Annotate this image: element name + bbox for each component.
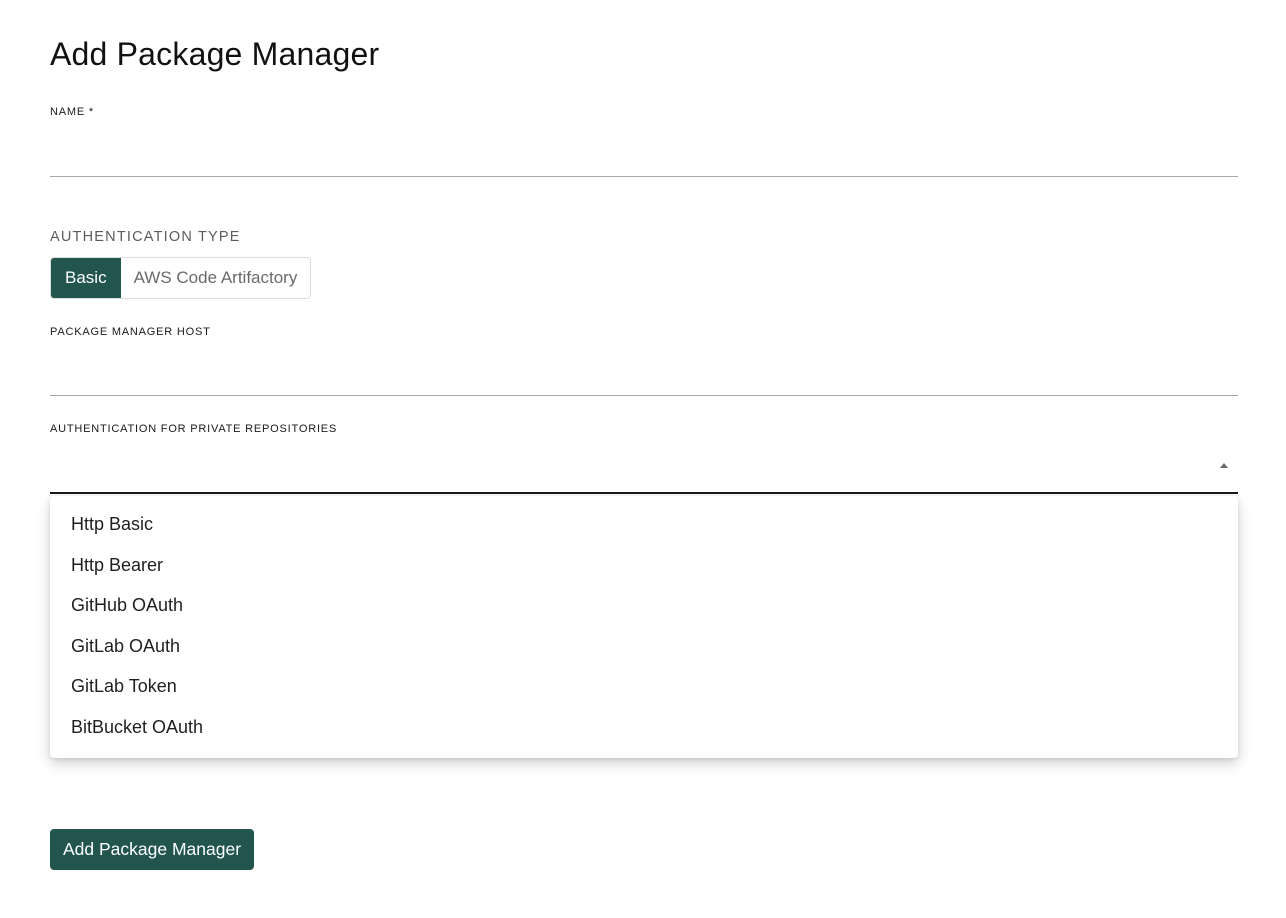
name-input[interactable] [50, 142, 1238, 177]
private-auth-select[interactable] [50, 446, 1238, 494]
menu-item-http-basic[interactable]: Http Basic [50, 504, 1238, 545]
menu-item-github-oauth[interactable]: GitHub OAuth [50, 585, 1238, 626]
auth-type-aws-code-artifactory-button[interactable]: AWS Code Artifactory [120, 258, 311, 298]
authentication-type-label: AUTHENTICATION TYPE [50, 229, 241, 245]
authentication-type-toggle: Basic AWS Code Artifactory [50, 257, 312, 299]
menu-item-bitbucket-oauth[interactable]: BitBucket OAuth [50, 707, 1238, 748]
menu-item-gitlab-oauth[interactable]: GitLab OAuth [50, 626, 1238, 667]
auth-type-basic-button[interactable]: Basic [51, 258, 121, 298]
page-title: Add Package Manager [50, 36, 380, 72]
package-manager-host-label: PACKAGE MANAGER HOST [50, 326, 211, 338]
add-package-manager-page: Add Package Manager NAME * AUTHENTICATIO… [0, 0, 1286, 918]
name-label: NAME * [50, 106, 94, 118]
add-package-manager-button[interactable]: Add Package Manager [50, 829, 255, 870]
caret-up-icon[interactable] [1220, 463, 1228, 468]
package-manager-host-input[interactable] [50, 361, 1238, 396]
private-auth-dropdown-menu: Http Basic Http Bearer GitHub OAuth GitL… [50, 496, 1238, 758]
menu-item-http-bearer[interactable]: Http Bearer [50, 545, 1238, 586]
menu-item-gitlab-token[interactable]: GitLab Token [50, 666, 1238, 707]
private-auth-label: AUTHENTICATION FOR PRIVATE REPOSITORIES [50, 423, 338, 435]
